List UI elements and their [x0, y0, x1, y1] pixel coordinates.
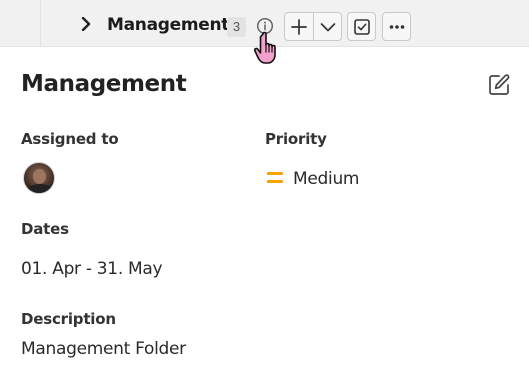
- priority-value[interactable]: Medium: [293, 169, 359, 189]
- edit-icon[interactable]: [487, 73, 511, 97]
- dates-label: Dates: [21, 220, 69, 238]
- description-value[interactable]: Management Folder: [21, 339, 186, 359]
- priority-label: Priority: [265, 130, 327, 148]
- chevron-right-icon[interactable]: [80, 17, 92, 31]
- item-count-badge: 3: [227, 17, 246, 37]
- add-button[interactable]: [285, 13, 313, 40]
- more-options-button[interactable]: [382, 12, 411, 41]
- avatar[interactable]: [23, 162, 55, 194]
- folder-name[interactable]: Management: [107, 15, 229, 35]
- chevron-down-icon: [320, 22, 335, 31]
- page-title: Management: [21, 71, 187, 97]
- dates-value[interactable]: 01. Apr - 31. May: [21, 259, 163, 279]
- checkbox-icon: [353, 18, 370, 35]
- plus-icon: [291, 18, 307, 35]
- hand-pointer-icon: [253, 31, 276, 64]
- divider: [40, 0, 41, 47]
- add-button-group: [284, 12, 342, 41]
- more-icon: [389, 24, 404, 29]
- add-options-button[interactable]: [313, 13, 341, 40]
- assigned-to-label: Assigned to: [21, 130, 119, 148]
- add-task-button[interactable]: [347, 12, 376, 41]
- description-label: Description: [21, 310, 116, 328]
- priority-medium-icon: [267, 172, 283, 185]
